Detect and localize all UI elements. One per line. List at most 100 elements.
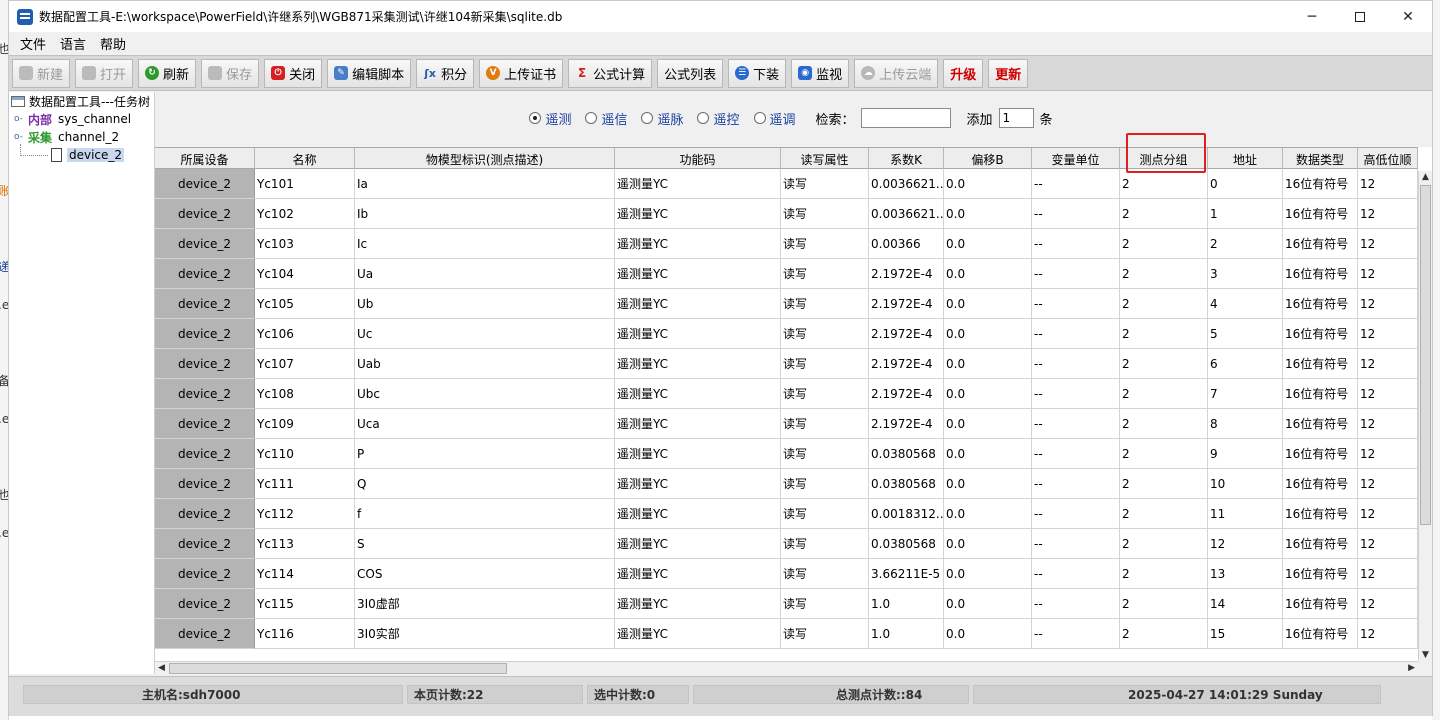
cell-col-group[interactable]: 2 — [1120, 289, 1208, 319]
cell-col-address[interactable]: 1 — [1208, 199, 1283, 229]
new-button[interactable]: 新建 — [12, 58, 71, 88]
tree-item-collect[interactable]: o- 采集 channel_2 — [14, 128, 119, 146]
cell-col-function-code[interactable]: 遥测量YC — [615, 349, 781, 379]
scroll-up-icon[interactable]: ▲ — [1422, 172, 1429, 182]
cell-col-offset-b[interactable]: 0.0 — [944, 319, 1032, 349]
cell-col-name[interactable]: Yc103 — [255, 229, 355, 259]
maximize-button[interactable] — [1336, 1, 1384, 32]
cell-col-model-id[interactable]: Ia — [355, 169, 615, 199]
cell-col-unit[interactable]: -- — [1032, 379, 1120, 409]
cell-col-model-id[interactable]: S — [355, 529, 615, 559]
edit-script-button[interactable]: ✎ 编辑脚本 — [327, 58, 412, 88]
cell-col-function-code[interactable]: 遥测量YC — [615, 409, 781, 439]
cell-col-byteorder[interactable]: 12 — [1358, 499, 1418, 529]
cell-col-group[interactable]: 2 — [1120, 319, 1208, 349]
cell-col-device[interactable]: device_2 — [155, 499, 255, 529]
search-input[interactable] — [860, 108, 951, 128]
radio-telesignal[interactable]: 遥信 — [585, 109, 627, 128]
cell-col-address[interactable]: 13 — [1208, 559, 1283, 589]
cell-col-coef-k[interactable]: 2.1972E-4 — [869, 349, 944, 379]
cell-col-model-id[interactable]: Uca — [355, 409, 615, 439]
cell-col-offset-b[interactable]: 0.0 — [944, 199, 1032, 229]
cell-col-model-id[interactable]: 3I0虚部 — [355, 589, 615, 619]
download-button[interactable]: ☰ 下装 — [728, 58, 787, 88]
cell-col-unit[interactable]: -- — [1032, 319, 1120, 349]
cell-col-coef-k[interactable]: 0.00366 — [869, 229, 944, 259]
cell-col-offset-b[interactable]: 0.0 — [944, 439, 1032, 469]
cell-col-group[interactable]: 2 — [1120, 169, 1208, 199]
cell-col-datatype[interactable]: 16位有符号 — [1283, 499, 1358, 529]
cell-col-device[interactable]: device_2 — [155, 529, 255, 559]
cell-col-model-id[interactable]: Uc — [355, 319, 615, 349]
cell-col-device[interactable]: device_2 — [155, 379, 255, 409]
cell-col-group[interactable]: 2 — [1120, 529, 1208, 559]
cell-col-unit[interactable]: -- — [1032, 439, 1120, 469]
cell-col-function-code[interactable]: 遥测量YC — [615, 589, 781, 619]
cell-col-address[interactable]: 15 — [1208, 619, 1283, 649]
cell-col-device[interactable]: device_2 — [155, 589, 255, 619]
cell-col-function-code[interactable]: 遥测量YC — [615, 229, 781, 259]
cell-col-group[interactable]: 2 — [1120, 619, 1208, 649]
cell-col-address[interactable]: 12 — [1208, 529, 1283, 559]
cell-col-name[interactable]: Yc110 — [255, 439, 355, 469]
cell-col-byteorder[interactable]: 12 — [1358, 619, 1418, 649]
header-col-coef-k[interactable]: 系数K — [869, 148, 944, 170]
cell-col-device[interactable]: device_2 — [155, 469, 255, 499]
menu-help[interactable]: 帮助 — [93, 34, 133, 53]
cell-col-unit[interactable]: -- — [1032, 199, 1120, 229]
cell-col-function-code[interactable]: 遥测量YC — [615, 289, 781, 319]
cell-col-device[interactable]: device_2 — [155, 229, 255, 259]
table-row[interactable]: device_2 Yc101 Ia 遥测量YC 读写 0.0036621... 0.0 -- 2… — [155, 169, 1418, 199]
tree-item-device[interactable]: device_2 — [51, 146, 125, 164]
cell-col-address[interactable]: 0 — [1208, 169, 1283, 199]
refresh-button[interactable]: ↻ 刷新 — [138, 58, 197, 88]
table-row[interactable]: device_2 Yc102 Ib 遥测量YC 读写 0.0036621... 0.0 -- 2… — [155, 199, 1418, 229]
update-button[interactable]: 更新 — [988, 58, 1029, 88]
cell-col-model-id[interactable]: Ib — [355, 199, 615, 229]
cell-col-rw[interactable]: 读写 — [781, 259, 869, 289]
cell-col-coef-k[interactable]: 0.0380568 — [869, 529, 944, 559]
cell-col-byteorder[interactable]: 12 — [1358, 229, 1418, 259]
monitor-button[interactable]: ◉ 监视 — [791, 58, 850, 88]
cell-col-coef-k[interactable]: 2.1972E-4 — [869, 259, 944, 289]
cell-col-rw[interactable]: 读写 — [781, 469, 869, 499]
cell-col-device[interactable]: device_2 — [155, 319, 255, 349]
cell-col-model-id[interactable]: Uab — [355, 349, 615, 379]
cell-col-function-code[interactable]: 遥测量YC — [615, 469, 781, 499]
cell-col-device[interactable]: device_2 — [155, 349, 255, 379]
cell-col-function-code[interactable]: 遥测量YC — [615, 619, 781, 649]
cell-col-rw[interactable]: 读写 — [781, 229, 869, 259]
cell-col-group[interactable]: 2 — [1120, 229, 1208, 259]
cell-col-device[interactable]: device_2 — [155, 439, 255, 469]
table-row[interactable]: device_2 Yc108 Ubc 遥测量YC 读写 2.1972E-4 0.0 -- 2 7 1… — [155, 379, 1418, 409]
cell-col-datatype[interactable]: 16位有符号 — [1283, 259, 1358, 289]
cell-col-address[interactable]: 10 — [1208, 469, 1283, 499]
table-row[interactable]: device_2 Yc112 f 遥测量YC 读写 0.0018312... 0.0 -- 2 1… — [155, 499, 1418, 529]
cell-col-address[interactable]: 7 — [1208, 379, 1283, 409]
cell-col-unit[interactable]: -- — [1032, 499, 1120, 529]
cell-col-datatype[interactable]: 16位有符号 — [1283, 289, 1358, 319]
cell-col-device[interactable]: device_2 — [155, 259, 255, 289]
cell-col-name[interactable]: Yc109 — [255, 409, 355, 439]
cell-col-device[interactable]: device_2 — [155, 409, 255, 439]
cell-col-address[interactable]: 4 — [1208, 289, 1283, 319]
open-button[interactable]: 打开 — [75, 58, 134, 88]
table-row[interactable]: device_2 Yc113 S 遥测量YC 读写 0.0380568 0.0 -- 2 12 16… — [155, 529, 1418, 559]
cell-col-byteorder[interactable]: 12 — [1358, 259, 1418, 289]
table-row[interactable]: device_2 Yc107 Uab 遥测量YC 读写 2.1972E-4 0.0 -- 2 6 1… — [155, 349, 1418, 379]
cell-col-coef-k[interactable]: 2.1972E-4 — [869, 409, 944, 439]
cell-col-group[interactable]: 2 — [1120, 349, 1208, 379]
cell-col-byteorder[interactable]: 12 — [1358, 469, 1418, 499]
cell-col-address[interactable]: 14 — [1208, 589, 1283, 619]
table-row[interactable]: device_2 Yc103 Ic 遥测量YC 读写 0.00366 0.0 -- 2 2 16位有… — [155, 229, 1418, 259]
cell-col-coef-k[interactable]: 0.0380568 — [869, 439, 944, 469]
formula-calc-button[interactable]: Σ 公式计算 — [568, 58, 653, 88]
cell-col-group[interactable]: 2 — [1120, 259, 1208, 289]
cell-col-device[interactable]: device_2 — [155, 169, 255, 199]
close-button[interactable]: ⏻ 关闭 — [264, 58, 323, 88]
table-row[interactable]: device_2 Yc115 3I0虚部 遥测量YC 读写 1.0 0.0 -- 2 14 16位有… — [155, 589, 1418, 619]
cell-col-offset-b[interactable]: 0.0 — [944, 349, 1032, 379]
cell-col-model-id[interactable]: f — [355, 499, 615, 529]
cell-col-offset-b[interactable]: 0.0 — [944, 469, 1032, 499]
cell-col-byteorder[interactable]: 12 — [1358, 169, 1418, 199]
